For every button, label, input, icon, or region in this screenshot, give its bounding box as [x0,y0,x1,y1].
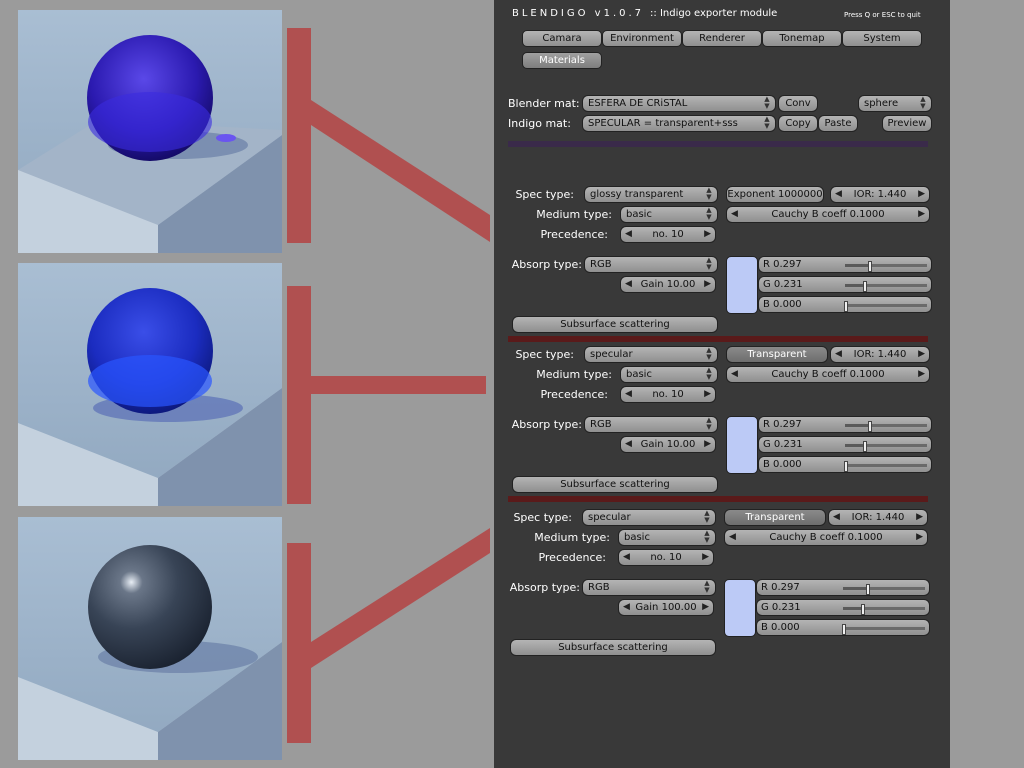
blendigo-panel: BLENDIGO v1.0.7:: Indigo exporter module… [494,0,950,768]
subsurface-scattering-button[interactable]: Subsurface scattering [510,639,716,656]
precedence-label: Precedence: [538,551,606,564]
r-slider[interactable]: R 0.297 [756,579,930,596]
object-select[interactable]: sphere ▲ ▼ [858,95,932,112]
slider-knob[interactable] [866,584,871,595]
cauchy-coeff-field[interactable]: ◀ Cauchy B coeff 0.1000 ▶ [726,366,930,383]
slider-knob[interactable] [842,624,846,635]
slider-fill [845,264,870,267]
render-previews [0,0,494,768]
section-divider [508,141,928,147]
b-slider[interactable]: B 0.000 [758,296,932,313]
slider-track [845,441,927,452]
precedence-field[interactable]: ◀ no. 10 ▶ [620,226,716,243]
spec-type-label: Spec type: [513,511,572,524]
cauchy-coeff-field[interactable]: ◀ Cauchy B coeff 0.1000 ▶ [726,206,930,223]
tab-environment[interactable]: Environment [602,30,682,47]
gain-field[interactable]: ◀ Gain 10.00 ▶ [620,276,716,293]
r-slider[interactable]: R 0.297 [758,256,932,273]
transparent-button[interactable]: Transparent [724,509,826,526]
slider-track [845,281,927,292]
absorption-color-swatch[interactable] [726,416,758,474]
absorp-type-label: Absorp type: [511,258,582,271]
blender-mat-select[interactable]: ESFERA DE CRiSTAL ▲ ▼ [582,95,776,112]
copy-button[interactable]: Copy [778,115,818,132]
r-slider[interactable]: R 0.297 [758,416,932,433]
subsurface-scattering-button[interactable]: Subsurface scattering [512,316,718,333]
medium-type-select[interactable]: basic ▲ ▼ [620,206,718,223]
slider-track [843,604,925,615]
section-divider [508,336,928,342]
slider-knob[interactable] [860,604,865,615]
indigo-mat-select[interactable]: SPECULAR = transparent+sss ▲ ▼ [582,115,776,132]
slider-knob[interactable] [862,441,867,452]
spec-type-select[interactable]: glossy transparent ▲ ▼ [584,186,718,203]
conv-button[interactable]: Conv [778,95,818,112]
medium-type-label: Medium type: [536,208,612,221]
gain-field[interactable]: ◀ Gain 100.00 ▶ [618,599,714,616]
preview-button[interactable]: Preview [882,115,932,132]
app-title: BLENDIGO v1.0.7:: Indigo exporter module [512,8,778,19]
tab-materials[interactable]: Materials [522,52,602,69]
ior-field[interactable]: ◀ IOR: 1.440 ▶ [830,186,930,203]
tab-tonemap[interactable]: Tonemap [762,30,842,47]
paste-button[interactable]: Paste [818,115,858,132]
spec-type-select[interactable]: specular ▲ ▼ [584,346,718,363]
precedence-field[interactable]: ◀ no. 10 ▶ [620,386,716,403]
spec-type-label: Spec type: [515,348,574,361]
slider-knob[interactable] [868,421,873,432]
spec-type-select[interactable]: specular ▲ ▼ [582,509,716,526]
slider-track [842,624,925,635]
gain-field[interactable]: ◀ Gain 10.00 ▶ [620,436,716,453]
slider-track [845,421,927,432]
slider-track [843,584,925,595]
medium-type-select[interactable]: basic ▲ ▼ [618,529,716,546]
precedence-field[interactable]: ◀ no. 10 ▶ [618,549,714,566]
slider-fill [843,587,868,590]
slider-fill [843,607,862,610]
slider-fill [845,284,864,287]
slider-track [844,461,927,472]
transparent-button[interactable]: Transparent [726,346,828,363]
background-strip [950,0,1024,768]
exponent-field[interactable]: Exponent 1000000 [726,186,824,203]
absorp-type-label: Absorp type: [509,581,580,594]
g-slider[interactable]: G 0.231 [758,436,932,453]
precedence-label: Precedence: [540,228,608,241]
slider-knob[interactable] [868,261,873,272]
tab-renderer[interactable]: Renderer [682,30,762,47]
subsurface-scattering-button[interactable]: Subsurface scattering [512,476,718,493]
b-slider[interactable]: B 0.000 [756,619,930,636]
cauchy-coeff-field[interactable]: ◀ Cauchy B coeff 0.1000 ▶ [724,529,928,546]
absorption-color-swatch[interactable] [726,256,758,314]
medium-type-label: Medium type: [534,531,610,544]
connector-lines [287,28,490,743]
slider-fill [845,424,870,427]
tab-camara[interactable]: Camara [522,30,602,47]
slider-track [844,301,927,312]
absorption-color-swatch[interactable] [724,579,756,637]
slider-knob[interactable] [844,461,848,472]
blender-mat-label: Blender mat: [508,97,580,110]
b-slider[interactable]: B 0.000 [758,456,932,473]
section-divider [508,496,928,502]
medium-type-label: Medium type: [536,368,612,381]
slider-fill [845,444,864,447]
absorp-type-select[interactable]: RGB ▲ ▼ [584,256,718,273]
spec-type-label: Spec type: [515,188,574,201]
tab-system[interactable]: System [842,30,922,47]
g-slider[interactable]: G 0.231 [756,599,930,616]
absorp-type-select[interactable]: RGB ▲ ▼ [584,416,718,433]
absorp-type-select[interactable]: RGB ▲ ▼ [582,579,716,596]
slider-knob[interactable] [862,281,867,292]
absorp-type-label: Absorp type: [511,418,582,431]
g-slider[interactable]: G 0.231 [758,276,932,293]
indigo-mat-label: Indigo mat: [508,117,571,130]
slider-track [845,261,927,272]
ior-field[interactable]: ◀ IOR: 1.440 ▶ [828,509,928,526]
ior-field[interactable]: ◀ IOR: 1.440 ▶ [830,346,930,363]
medium-type-select[interactable]: basic ▲ ▼ [620,366,718,383]
quit-hint: Press Q or ESC to quit [844,11,921,19]
slider-knob[interactable] [844,301,848,312]
precedence-label: Precedence: [540,388,608,401]
